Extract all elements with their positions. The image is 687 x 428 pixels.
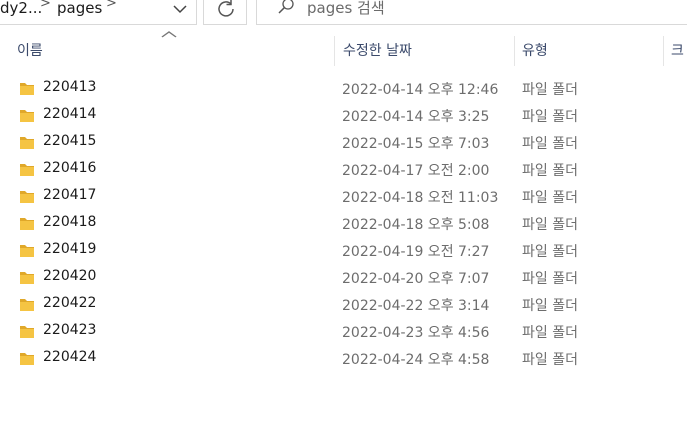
- file-name: 220420: [43, 268, 97, 284]
- folder-icon: [20, 137, 34, 149]
- file-row[interactable]: 220423 2022-04-23 오후 4:56 파일 폴더: [0, 318, 687, 345]
- file-row[interactable]: 220418 2022-04-18 오후 5:08 파일 폴더: [0, 210, 687, 237]
- column-divider[interactable]: [663, 36, 664, 66]
- file-date: 2022-04-18 오전 11:03: [342, 190, 499, 206]
- file-date: 2022-04-22 오후 3:14: [342, 298, 490, 314]
- file-date: 2022-04-17 오전 2:00: [342, 163, 490, 179]
- file-type: 파일 폴더: [522, 298, 578, 314]
- file-row[interactable]: 220416 2022-04-17 오전 2:00 파일 폴더: [0, 156, 687, 183]
- breadcrumb-parent[interactable]: dy2...: [0, 0, 42, 17]
- folder-icon: [20, 164, 34, 176]
- file-type: 파일 폴더: [522, 244, 578, 260]
- chevron-down-icon[interactable]: [173, 4, 187, 14]
- file-name: 220423: [43, 322, 97, 338]
- folder-icon: [20, 299, 34, 311]
- refresh-button[interactable]: [203, 0, 247, 25]
- file-date: 2022-04-20 오후 7:07: [342, 271, 490, 287]
- breadcrumb-chevron-icon[interactable]: >: [40, 0, 51, 11]
- column-header-type[interactable]: 유형: [522, 40, 548, 60]
- file-date: 2022-04-23 오후 4:56: [342, 325, 490, 341]
- file-row[interactable]: 220424 2022-04-24 오후 4:58 파일 폴더: [0, 345, 687, 372]
- folder-icon: [20, 110, 34, 122]
- column-header-name[interactable]: 이름: [17, 40, 43, 60]
- folder-icon: [20, 191, 34, 203]
- file-type: 파일 폴더: [522, 136, 578, 152]
- file-type: 파일 폴더: [522, 325, 578, 341]
- file-name: 220417: [43, 187, 97, 203]
- file-type: 파일 폴더: [522, 217, 578, 233]
- file-row[interactable]: 220414 2022-04-14 오후 3:25 파일 폴더: [0, 102, 687, 129]
- file-type: 파일 폴더: [522, 82, 578, 98]
- breadcrumb-current[interactable]: pages: [57, 0, 102, 17]
- file-type: 파일 폴더: [522, 163, 578, 179]
- column-header-date[interactable]: 수정한 날짜: [343, 40, 412, 60]
- file-row[interactable]: 220413 2022-04-14 오후 12:46 파일 폴더: [0, 75, 687, 102]
- folder-icon: [20, 272, 34, 284]
- folder-icon: [20, 353, 34, 365]
- file-name: 220414: [43, 106, 97, 122]
- search-icon: [278, 0, 294, 14]
- file-date: 2022-04-18 오후 5:08: [342, 217, 490, 233]
- file-type: 파일 폴더: [522, 109, 578, 125]
- column-divider[interactable]: [514, 36, 515, 66]
- address-bar[interactable]: dy2... > pages >: [0, 0, 197, 25]
- folder-icon: [20, 245, 34, 257]
- file-type: 파일 폴더: [522, 190, 578, 206]
- column-header-size[interactable]: 크: [671, 40, 684, 60]
- file-row[interactable]: 220420 2022-04-20 오후 7:07 파일 폴더: [0, 264, 687, 291]
- file-date: 2022-04-15 오후 7:03: [342, 136, 490, 152]
- column-header-row: 이름 수정한 날짜 유형 크: [0, 31, 687, 66]
- file-type: 파일 폴더: [522, 352, 578, 368]
- file-date: 2022-04-19 오전 7:27: [342, 244, 490, 260]
- file-date: 2022-04-14 오후 3:25: [342, 109, 490, 125]
- file-type: 파일 폴더: [522, 271, 578, 287]
- sort-ascending-icon: [161, 28, 178, 41]
- file-row[interactable]: 220422 2022-04-22 오후 3:14 파일 폴더: [0, 291, 687, 318]
- search-box[interactable]: [256, 0, 687, 25]
- folder-icon: [20, 326, 34, 338]
- file-name: 220424: [43, 349, 97, 365]
- toolbar: dy2... > pages >: [0, 0, 687, 36]
- search-input[interactable]: [307, 0, 607, 18]
- folder-icon: [20, 83, 34, 95]
- folder-icon: [20, 218, 34, 230]
- file-row[interactable]: 220415 2022-04-15 오후 7:03 파일 폴더: [0, 129, 687, 156]
- file-name: 220418: [43, 214, 97, 230]
- file-name: 220415: [43, 133, 97, 149]
- file-list: 220413 2022-04-14 오후 12:46 파일 폴더 220414 …: [0, 75, 687, 372]
- file-date: 2022-04-14 오후 12:46: [342, 82, 499, 98]
- file-name: 220416: [43, 160, 97, 176]
- file-name: 220413: [43, 79, 97, 95]
- column-divider[interactable]: [334, 36, 335, 66]
- file-name: 220422: [43, 295, 97, 311]
- refresh-icon: [218, 0, 234, 17]
- file-row[interactable]: 220419 2022-04-19 오전 7:27 파일 폴더: [0, 237, 687, 264]
- breadcrumb-chevron-icon[interactable]: >: [106, 0, 117, 11]
- file-name: 220419: [43, 241, 97, 257]
- file-row[interactable]: 220417 2022-04-18 오전 11:03 파일 폴더: [0, 183, 687, 210]
- file-date: 2022-04-24 오후 4:58: [342, 352, 490, 368]
